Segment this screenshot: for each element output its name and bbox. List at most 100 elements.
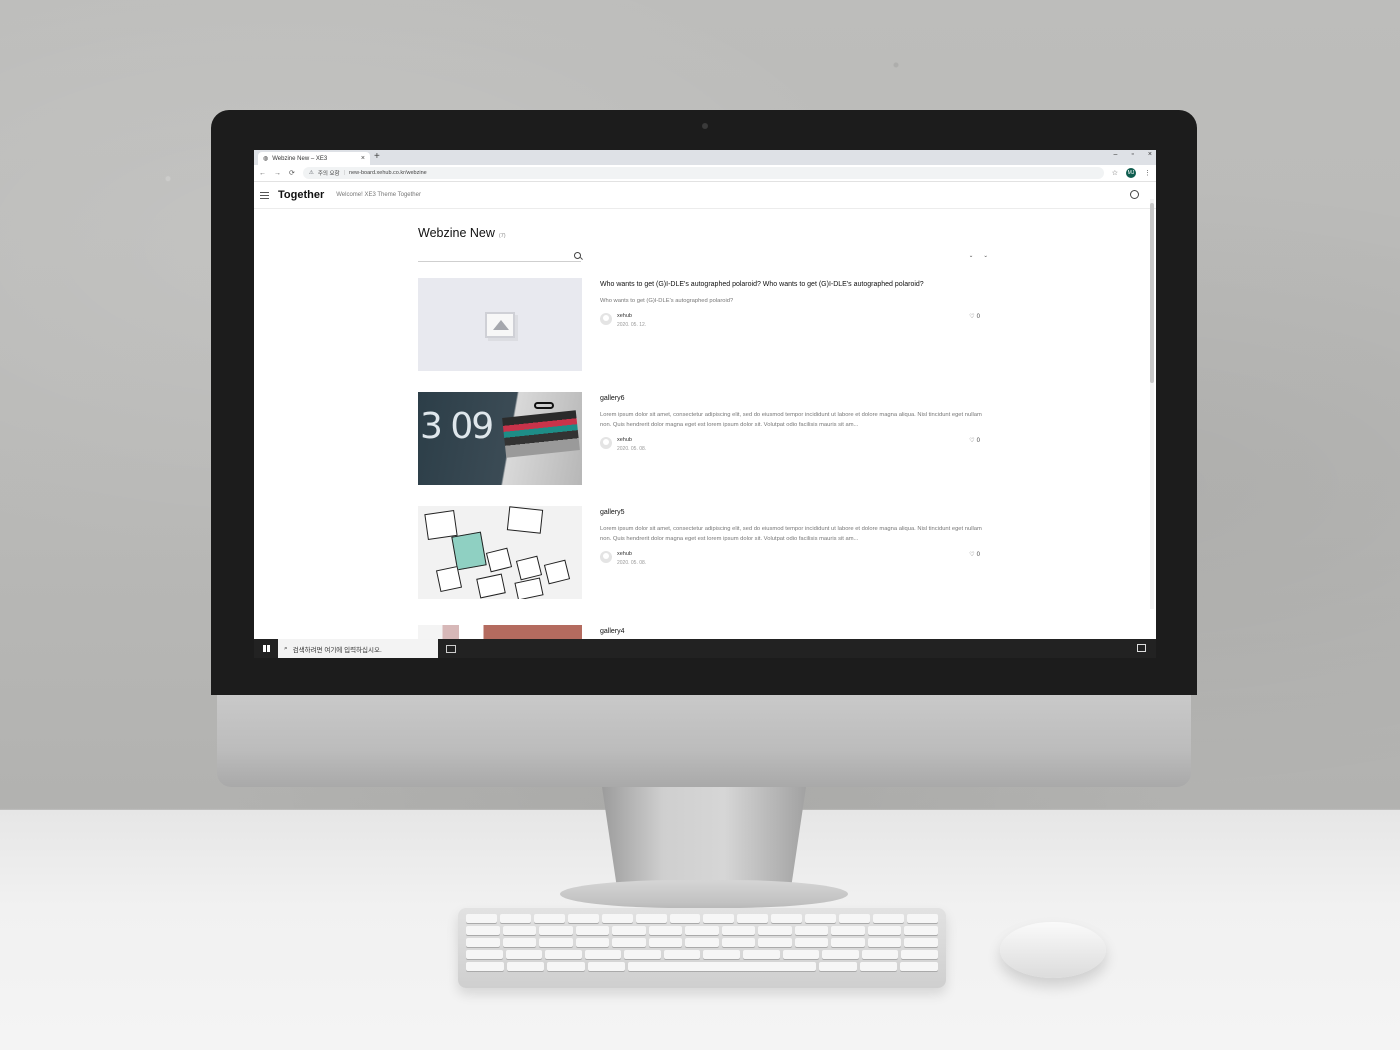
sketch-shape	[435, 565, 463, 593]
avatar	[600, 437, 612, 449]
sketch-shape	[451, 531, 487, 571]
post-excerpt: Lorem ipsum dolor sit amet, consectetur …	[600, 412, 982, 428]
post-info: gallery6 Lorem ipsum dolor sit amet, con…	[600, 392, 988, 485]
notification-icon[interactable]	[1137, 644, 1146, 652]
like-button[interactable]: ♡ 0	[969, 437, 980, 445]
sketch-shape	[543, 559, 571, 585]
post-excerpt: Who wants to get (G)I-DLE's autographed …	[600, 298, 734, 304]
post-thumbnail[interactable]	[418, 625, 582, 639]
post-meta: xehub 2020. 05. 12. ♡ 0	[600, 313, 988, 328]
list-item[interactable]: Who wants to get (G)I-DLE's autographed …	[418, 278, 988, 371]
globe-icon: ◍	[263, 156, 269, 162]
minimize-button[interactable]: –	[1114, 151, 1118, 158]
forward-button[interactable]: →	[274, 170, 281, 177]
board-content: Webzine New (7) ⌄ ⌄ Who wants to get (G)…	[418, 226, 988, 599]
user-icon[interactable]	[1130, 190, 1139, 199]
post-meta: xehub 2020. 05. 08. ♡ 0	[600, 437, 988, 452]
chevron-down-icon: ⌄	[983, 253, 988, 259]
windows-taskbar: ⌕ 검색하려면 여기에 입력하십시오.	[254, 639, 1156, 658]
post-author[interactable]: xehub	[617, 437, 646, 443]
post-date: 2020. 05. 08.	[617, 446, 647, 452]
post-info: Who wants to get (G)I-DLE's autographed …	[600, 278, 988, 371]
webcam	[702, 123, 708, 129]
post-count: (7)	[498, 233, 506, 239]
window-controls: – ▫ ×	[1114, 151, 1152, 158]
restore-button[interactable]: ▫	[1131, 151, 1133, 158]
search-icon: ⌕	[284, 644, 288, 652]
avatar	[600, 313, 612, 325]
site-logo[interactable]: Together	[278, 189, 324, 201]
screen: ◍ Webzine New – XE3 × + – ▫ × ← → ⟳ ⚠ 주의…	[254, 150, 1156, 658]
sort-dropdown[interactable]: ⌄	[983, 253, 988, 259]
new-tab-button[interactable]: +	[374, 151, 380, 162]
like-button[interactable]: ♡ 0	[969, 551, 980, 559]
board-title: Webzine New	[418, 226, 495, 240]
list-item[interactable]: 3 09 gallery6 Lorem ipsum dolor sit amet…	[418, 392, 988, 485]
task-view-icon[interactable]	[446, 644, 456, 653]
post-date: 2020. 05. 08.	[617, 560, 647, 566]
post-excerpt: Lorem ipsum dolor sit amet, consectetur …	[600, 526, 982, 542]
sort-controls: ⌄ ⌄	[969, 253, 988, 259]
window-close-button[interactable]: ×	[1148, 151, 1152, 158]
back-button[interactable]: ←	[259, 170, 266, 177]
thumbnail-clock-digits: 3 09	[420, 406, 494, 447]
taskbar-search-input[interactable]: ⌕ 검색하려면 여기에 입력하십시오.	[278, 639, 438, 658]
post-title[interactable]: Who wants to get (G)I-DLE's autographed …	[600, 281, 988, 288]
scrollbar[interactable]	[1150, 199, 1154, 609]
post-author[interactable]: xehub	[617, 551, 646, 557]
image-placeholder-icon	[485, 311, 515, 338]
like-button[interactable]: ♡ 0	[969, 313, 980, 321]
post-meta: xehub 2020. 05. 08. ♡ 0	[600, 551, 988, 566]
url-text: new-board.xehub.co.kr/webzine	[349, 170, 427, 176]
post-title[interactable]: gallery4	[600, 625, 625, 639]
star-icon[interactable]: ☆	[1112, 169, 1118, 177]
post-info: gallery5 Lorem ipsum dolor sit amet, con…	[600, 506, 988, 599]
url-input[interactable]: ⚠ 주의 요함 | new-board.xehub.co.kr/webzine	[302, 167, 1104, 179]
reload-button[interactable]: ⟳	[289, 169, 295, 177]
kebab-menu-icon[interactable]: ⋮	[1144, 169, 1151, 177]
category-dropdown[interactable]: ⌄	[969, 253, 974, 259]
browser-tab[interactable]: ◍ Webzine New – XE3 ×	[258, 152, 370, 165]
warning-icon: ⚠	[308, 170, 314, 176]
search-input[interactable]	[418, 250, 581, 262]
post-author[interactable]: xehub	[617, 313, 646, 319]
books-image	[502, 410, 580, 458]
site-header: Together Welcome! XE3 Theme Together	[254, 182, 1156, 209]
profile-avatar[interactable]: MJ	[1126, 168, 1136, 178]
heart-icon: ♡	[969, 552, 975, 558]
security-label: 주의 요함	[317, 171, 340, 177]
heart-icon: ♡	[969, 314, 975, 320]
monitor-chin	[217, 695, 1191, 787]
scrollbar-thumb[interactable]	[1150, 203, 1154, 383]
chevron-down-icon: ⌄	[968, 253, 974, 259]
search-icon[interactable]	[574, 252, 581, 259]
sketch-shape	[514, 577, 544, 599]
keyboard	[458, 908, 946, 988]
sketch-shape	[476, 573, 506, 599]
post-title[interactable]: gallery6	[600, 395, 988, 402]
tab-close-button[interactable]: ×	[361, 155, 365, 162]
list-item[interactable]: gallery4	[418, 625, 625, 639]
glasses-image	[534, 402, 554, 409]
browser-tab-bar: ◍ Webzine New – XE3 × + – ▫ ×	[254, 150, 1156, 165]
post-date: 2020. 05. 12.	[617, 322, 647, 328]
board-toolbar: ⌄ ⌄	[418, 250, 988, 262]
post-title[interactable]: gallery5	[600, 509, 988, 516]
list-item[interactable]: gallery5 Lorem ipsum dolor sit amet, con…	[418, 506, 988, 599]
post-thumbnail[interactable]	[418, 278, 582, 371]
tab-title: Webzine New – XE3	[272, 155, 328, 162]
post-thumbnail[interactable]	[418, 506, 582, 599]
avatar	[600, 551, 612, 563]
sketch-shape	[506, 506, 544, 534]
monitor-foot	[560, 880, 848, 908]
address-bar-row: ← → ⟳ ⚠ 주의 요함 | new-board.xehub.co.kr/we…	[254, 165, 1156, 182]
divider: |	[343, 170, 346, 176]
heart-icon: ♡	[969, 438, 975, 444]
windows-start-icon[interactable]	[254, 639, 278, 658]
mouse	[1000, 922, 1106, 978]
sketch-shape	[485, 547, 513, 573]
post-thumbnail[interactable]: 3 09	[418, 392, 582, 485]
hamburger-icon[interactable]	[260, 190, 269, 201]
taskbar-search-placeholder: 검색하려면 여기에 입력하십시오.	[292, 646, 382, 654]
site-tagline: Welcome! XE3 Theme Together	[336, 192, 421, 198]
